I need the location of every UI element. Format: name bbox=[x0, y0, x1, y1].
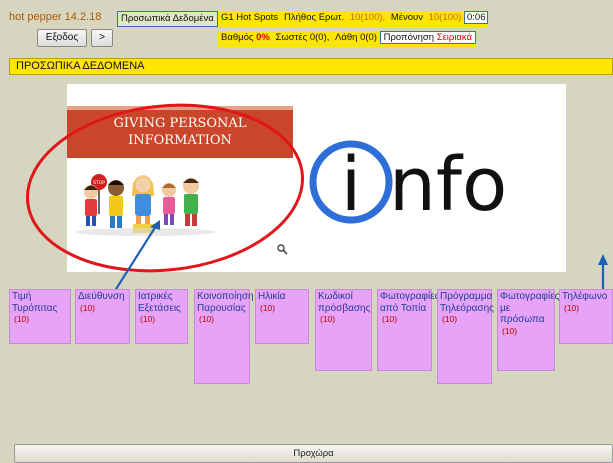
training-mode-box: Προπόνηση Σειριακά bbox=[379, 31, 477, 44]
answer-option[interactable]: Φωτογραφίες από Τοπία (10) bbox=[377, 289, 439, 371]
option-points: (10) bbox=[140, 314, 156, 324]
info-logo: i nfo bbox=[309, 140, 507, 228]
banner-background bbox=[67, 106, 293, 158]
question-stats-bar: G1 Hot Spots Πλήθος Ερωτ. 10(100), Μένουν… bbox=[218, 11, 489, 27]
answer-option[interactable]: Κωδικοί πρόσβασης (10) bbox=[315, 289, 372, 371]
option-label: Φωτογραφίες από Τοπία bbox=[380, 291, 440, 314]
answer-option[interactable]: Τιμή Τυρόπιτας (10) bbox=[9, 289, 71, 344]
option-points: (10) bbox=[382, 314, 398, 324]
correct-value: 0(0), bbox=[309, 32, 330, 43]
question-image: GIVING PERSONAL INFORMATION STOP i nfo bbox=[67, 84, 566, 272]
exit-button[interactable]: Εξοδος bbox=[37, 29, 87, 47]
answer-option[interactable]: Ιατρικές Εξετάσεις (10) bbox=[135, 289, 188, 344]
info-logo-text: nfo bbox=[389, 142, 507, 228]
info-illustration: GIVING PERSONAL INFORMATION STOP i nfo bbox=[67, 106, 507, 255]
option-label: Ηλικία bbox=[258, 291, 286, 302]
option-label: Φωτογραφίες με πρόσωπα bbox=[500, 291, 560, 325]
option-label: Διεύθυνση bbox=[78, 291, 125, 302]
score-value: 0% bbox=[256, 32, 270, 43]
score-label: Βαθμός bbox=[221, 32, 254, 43]
correct-label: Σωστές bbox=[275, 32, 308, 43]
arrow-head-icon bbox=[598, 254, 608, 265]
option-points: (10) bbox=[80, 302, 96, 313]
option-label: Τιμή Τυρόπιτας bbox=[12, 291, 58, 314]
answer-option[interactable]: Διεύθυνση (10) bbox=[75, 289, 130, 344]
option-label: Κοινοποίηση Παρουσίας bbox=[197, 291, 254, 314]
option-points: (10) bbox=[564, 302, 580, 313]
questions-count: 10(100), bbox=[349, 12, 386, 23]
answer-option[interactable]: Κοινοποίηση Παρουσίας (10) bbox=[194, 289, 254, 384]
mode-label: Προπόνηση bbox=[383, 32, 435, 43]
banner-line-2: INFORMATION bbox=[128, 133, 232, 148]
remaining-label: Μένουν bbox=[390, 12, 423, 23]
option-label: Τηλέφωνο bbox=[562, 291, 608, 302]
option-label: Πρόγραμμα Τηλεόρασης bbox=[440, 291, 494, 314]
remaining-count: 10(100) bbox=[428, 12, 462, 23]
next-button[interactable]: Προχώρα bbox=[14, 444, 613, 463]
mode-value: Σειριακά bbox=[436, 32, 473, 43]
section-title: ΠΡΟΣΩΠΙΚΑ ΔΕΔΟΜΕΝΑ bbox=[9, 58, 613, 75]
next-small-button[interactable]: > bbox=[91, 29, 113, 47]
option-label: Κωδικοί πρόσβασης bbox=[318, 291, 371, 314]
option-label: Ιατρικές Εξετάσεις bbox=[138, 291, 181, 314]
timer: 0:06 bbox=[463, 11, 489, 24]
answer-option[interactable]: Πρόγραμμα Τηλεόρασης (10) bbox=[437, 289, 494, 384]
option-points: (10) bbox=[260, 302, 276, 313]
info-logo-i: i bbox=[341, 142, 362, 228]
option-points: (10) bbox=[320, 314, 336, 324]
topic-box: Προσωπικά Δεδομένα bbox=[117, 11, 218, 27]
stop-sign-text: STOP bbox=[93, 180, 105, 186]
option-points: (10) bbox=[442, 314, 458, 324]
wrong-label: Λάθη bbox=[335, 32, 358, 43]
option-points: (10) bbox=[14, 314, 30, 324]
magnifier-icon bbox=[277, 244, 288, 255]
option-points: (10) bbox=[502, 325, 518, 336]
answer-option[interactable]: Ηλικία (10) bbox=[255, 289, 309, 344]
score-bar: Βαθμός 0% Σωστές 0(0), Λάθη 0(0) Προπόνη… bbox=[218, 31, 477, 47]
children-clipart: STOP bbox=[75, 174, 215, 236]
answer-option[interactable]: Τηλέφωνο (10) bbox=[559, 289, 613, 344]
option-points: (10) bbox=[199, 314, 215, 324]
app-title: hot pepper 14.2.18 bbox=[9, 11, 102, 23]
answer-option[interactable]: Φωτογραφίες με πρόσωπα (10) bbox=[497, 289, 559, 371]
game-mode: G1 Hot Spots bbox=[221, 12, 279, 23]
banner-line-1: GIVING PERSONAL bbox=[114, 116, 247, 131]
wrong-value: 0(0) bbox=[360, 32, 377, 43]
questions-label: Πλήθος Ερωτ. bbox=[284, 12, 345, 23]
